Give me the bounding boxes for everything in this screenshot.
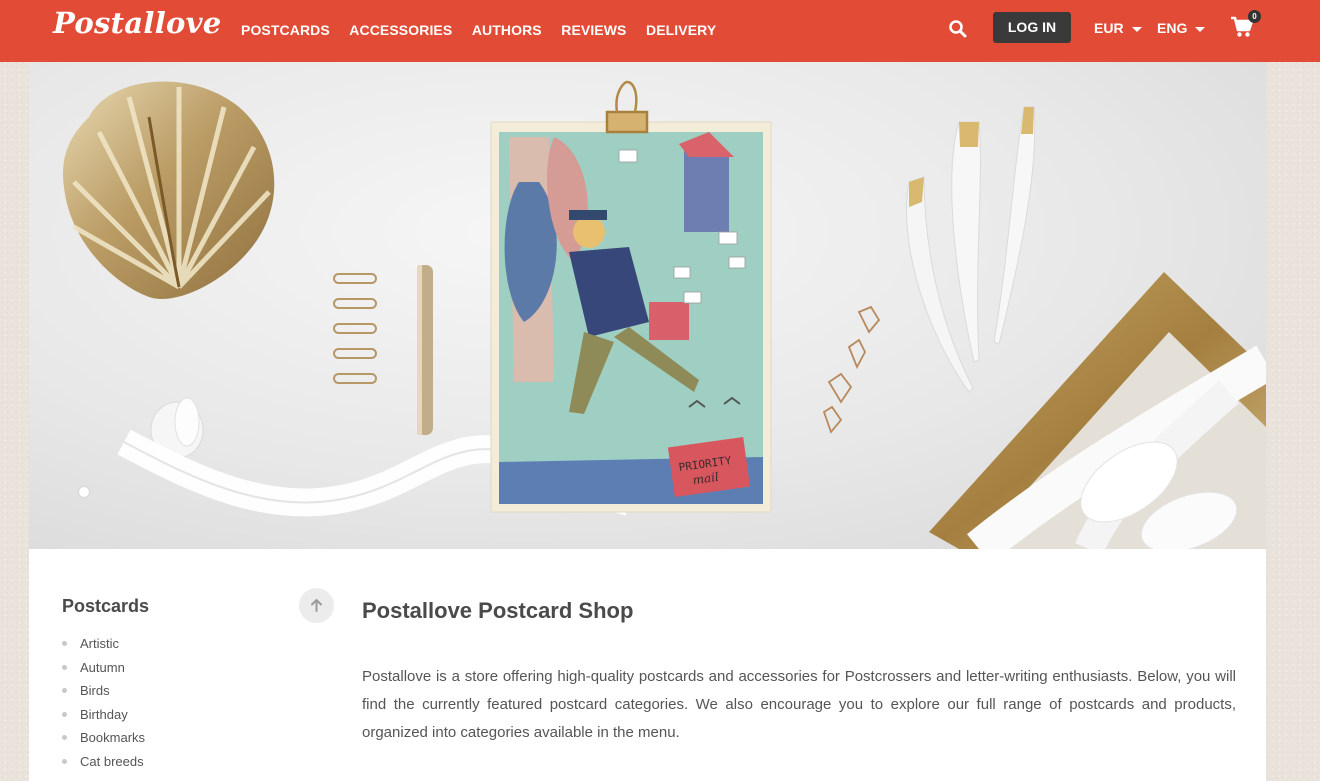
- slider-dot[interactable]: [79, 487, 89, 497]
- scroll-up-button[interactable]: [299, 588, 334, 623]
- language-value: ENG: [1157, 20, 1188, 36]
- white-feathers: [906, 106, 1036, 393]
- sidebar-item-birthday[interactable]: Birthday: [62, 705, 145, 729]
- chevron-down-icon: [1131, 26, 1142, 32]
- sidebar-item-artistic[interactable]: Artistic: [62, 634, 145, 658]
- page-title: Postallove Postcard Shop: [362, 598, 634, 623]
- content-area: Postcards Artistic Autumn Birds Birthday…: [29, 549, 1266, 781]
- nav-authors[interactable]: AUTHORS: [472, 22, 542, 38]
- nav-delivery[interactable]: DELIVERY: [646, 22, 716, 38]
- sidebar-item-cat-breeds[interactable]: Cat breeds: [62, 752, 145, 776]
- hero-banner: PRIORITY mail: [29, 62, 1266, 549]
- main-nav: POSTCARDS ACCESSORIES AUTHORS REVIEWS DE…: [241, 22, 736, 38]
- gold-pen: [417, 265, 433, 435]
- nav-reviews[interactable]: REVIEWS: [561, 22, 626, 38]
- nav-postcards[interactable]: POSTCARDS: [241, 22, 330, 38]
- category-list: Artistic Autumn Birds Birthday Bookmarks…: [62, 634, 145, 775]
- hero-image: PRIORITY mail: [63, 80, 1266, 549]
- postcard-illustration: PRIORITY mail: [490, 121, 772, 513]
- top-navbar: Postallove POSTCARDS ACCESSORIES AUTHORS…: [0, 0, 1320, 62]
- safety-pins: [333, 273, 377, 384]
- language-select[interactable]: ENG: [1157, 20, 1206, 36]
- currency-select[interactable]: EUR: [1094, 20, 1142, 36]
- sidebar-item-bookmarks[interactable]: Bookmarks: [62, 728, 145, 752]
- gold-leaf-dish: [63, 81, 275, 299]
- site-logo[interactable]: Postallove: [53, 6, 222, 40]
- arrow-up-icon: [311, 599, 322, 612]
- gift-frame: [929, 272, 1266, 549]
- binder-clip: [605, 80, 649, 134]
- currency-value: EUR: [1094, 20, 1124, 36]
- paper-clips: [822, 305, 881, 434]
- login-button[interactable]: LOG IN: [993, 12, 1071, 43]
- intro-text: Postallove is a store offering high-qual…: [362, 668, 1236, 741]
- cart-count-badge: 0: [1248, 10, 1261, 23]
- nav-accessories[interactable]: ACCESSORIES: [349, 22, 452, 38]
- sidebar-item-birds[interactable]: Birds: [62, 681, 145, 705]
- sidebar-item-autumn[interactable]: Autumn: [62, 658, 145, 682]
- sidebar-title: Postcards: [62, 596, 150, 616]
- search-icon[interactable]: [948, 19, 968, 39]
- chevron-down-icon: [1195, 26, 1206, 32]
